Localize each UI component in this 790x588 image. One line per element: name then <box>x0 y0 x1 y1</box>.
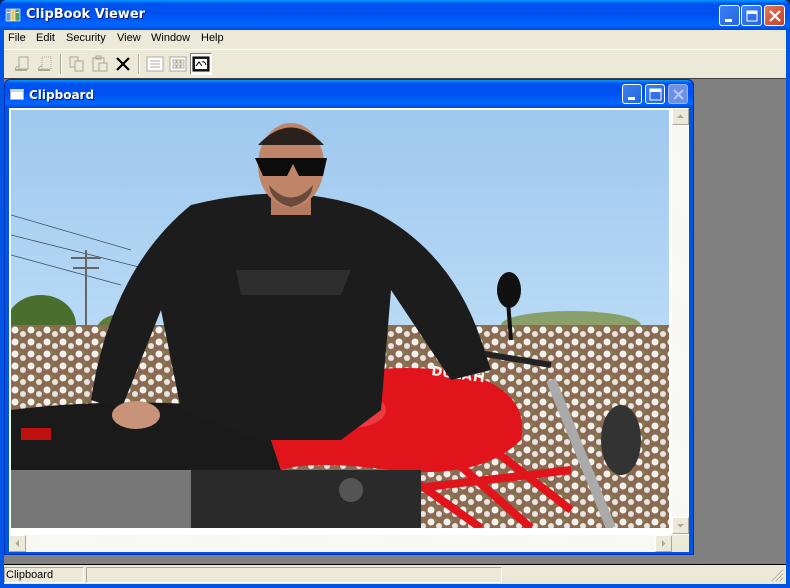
toolbar <box>4 49 786 78</box>
minimize-button[interactable] <box>719 5 740 26</box>
child-minimize-button[interactable] <box>622 84 642 104</box>
maximize-icon <box>649 88 662 101</box>
copy-button[interactable] <box>66 53 88 75</box>
full-page-view-icon <box>192 56 210 72</box>
photo-illustration: DUCATI <box>11 123 669 528</box>
clipboard-window-title: Clipboard <box>29 88 95 102</box>
arrow-left-icon <box>15 540 19 547</box>
thumbnail-view-icon <box>169 56 187 72</box>
arrow-down-icon <box>677 524 684 528</box>
toolbar-separator <box>60 54 62 74</box>
close-icon <box>673 89 684 100</box>
menu-help[interactable]: Help <box>201 32 224 44</box>
child-close-button <box>668 84 688 104</box>
menu-view[interactable]: View <box>117 32 141 44</box>
menu-file[interactable]: File <box>8 32 26 44</box>
scroll-right-button[interactable] <box>655 535 672 552</box>
scroll-left-button[interactable] <box>9 535 26 552</box>
close-button[interactable] <box>764 5 785 26</box>
maximize-button[interactable] <box>741 5 762 26</box>
maximize-icon <box>746 10 758 22</box>
scroll-up-button[interactable] <box>672 108 689 125</box>
status-text: Clipboard <box>6 569 54 581</box>
child-maximize-button[interactable] <box>645 84 665 104</box>
clipboard-window-icon <box>10 89 24 100</box>
resize-grip-icon[interactable] <box>771 569 784 582</box>
mdi-client-area: Clipboard <box>4 78 786 564</box>
disconnect-button[interactable] <box>34 53 56 75</box>
clipbook-viewer-window: ClipBook Viewer File Edit Security View … <box>0 0 790 588</box>
paste-icon <box>92 55 108 72</box>
toolbar-separator <box>138 54 140 74</box>
clipboard-image: DUCATI <box>11 110 669 528</box>
arrow-up-icon <box>677 114 684 118</box>
minimize-icon <box>628 97 635 100</box>
status-pane-name: Clipboard <box>4 567 84 583</box>
copy-icon <box>69 56 84 72</box>
status-bar: Clipboard <box>4 564 786 584</box>
connect-button[interactable] <box>11 53 33 75</box>
status-pane-info <box>86 567 502 583</box>
menu-security[interactable]: Security <box>66 32 106 44</box>
disconnect-icon <box>37 56 52 71</box>
scrollbar-corner <box>672 535 689 552</box>
scroll-down-button[interactable] <box>672 517 689 534</box>
full-page-button[interactable] <box>190 53 212 75</box>
delete-x-icon <box>116 57 130 71</box>
horizontal-scrollbar[interactable] <box>9 535 672 552</box>
table-of-contents-button[interactable] <box>144 53 166 75</box>
thumbnails-button[interactable] <box>167 53 189 75</box>
arrow-right-icon <box>662 540 666 547</box>
paste-button[interactable] <box>89 53 111 75</box>
vertical-scrollbar[interactable] <box>672 108 689 534</box>
clipboard-title-bar[interactable]: Clipboard <box>5 80 693 108</box>
clipboard-window: Clipboard <box>4 79 694 555</box>
title-bar[interactable]: ClipBook Viewer <box>0 0 790 30</box>
close-icon <box>769 10 781 22</box>
minimize-icon <box>725 19 732 22</box>
clipbook-icon <box>5 8 21 22</box>
connect-icon <box>14 56 29 71</box>
list-view-icon <box>146 56 164 72</box>
clipboard-content-area: DUCATI <box>9 108 689 552</box>
window-frame-bottom <box>0 584 790 588</box>
menu-window[interactable]: Window <box>151 32 190 44</box>
app-title: ClipBook Viewer <box>26 7 146 22</box>
delete-button[interactable] <box>112 53 134 75</box>
menu-bar: File Edit Security View Window Help <box>4 30 786 49</box>
menu-edit[interactable]: Edit <box>36 32 55 44</box>
